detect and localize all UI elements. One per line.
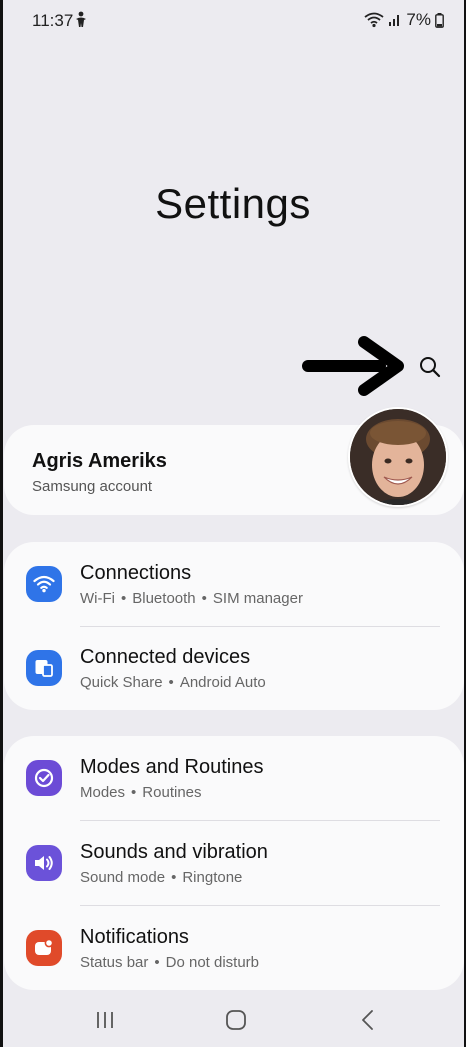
- setting-connections[interactable]: Connections Wi-Fi • Bluetooth • SIM manager: [4, 542, 464, 626]
- setting-subtitle: Status bar • Do not disturb: [80, 954, 260, 971]
- recents-icon: [97, 1012, 113, 1028]
- account-name: Agris Ameriks: [32, 450, 167, 472]
- setting-subtitle: Sound mode • Ringtone: [80, 869, 243, 886]
- page-title: Settings: [155, 180, 311, 227]
- status-time: 11:37: [32, 11, 74, 30]
- settings-group-connectivity: Connections Wi-Fi • Bluetooth • SIM manager …: [4, 542, 464, 710]
- speaker-icon: [26, 845, 62, 881]
- devices-icon: [26, 650, 62, 686]
- signal-icon: [388, 13, 402, 27]
- home-icon: [226, 1010, 246, 1030]
- back-icon: [362, 1010, 373, 1030]
- notification-icon: [26, 930, 62, 966]
- status-indicators: 7%: [364, 10, 444, 30]
- recents-button[interactable]: [85, 1005, 125, 1035]
- arrow-right-icon: [302, 334, 406, 398]
- search-button[interactable]: [412, 350, 448, 384]
- status-bar: 11:37 7%: [0, 0, 466, 40]
- avatar[interactable]: [348, 407, 448, 507]
- screen-edge-left: [0, 0, 3, 1047]
- setting-subtitle: Modes • Routines: [80, 784, 202, 801]
- setting-title: Notifications: [80, 926, 189, 948]
- setting-subtitle: Wi-Fi • Bluetooth • SIM manager: [80, 590, 303, 607]
- wifi-icon: [26, 566, 62, 602]
- setting-modes-and-routines[interactable]: Modes and Routines Modes • Routines: [4, 736, 464, 820]
- navigation-bar: [0, 995, 466, 1047]
- setting-title: Connections: [80, 562, 192, 584]
- search-icon: [420, 357, 441, 378]
- account-subtitle: Samsung account: [32, 478, 153, 495]
- setting-title: Sounds and vibration: [80, 841, 268, 863]
- wifi-icon: [364, 12, 384, 28]
- home-button[interactable]: [216, 1005, 256, 1035]
- check-circle-icon: [26, 760, 62, 796]
- setting-sounds-and-vibration[interactable]: Sounds and vibration Sound mode • Ringtone: [4, 821, 464, 905]
- battery-percent: 7%: [406, 10, 431, 29]
- setting-title: Connected devices: [80, 646, 251, 668]
- setting-notifications[interactable]: Notifications Status bar • Do not disturb: [4, 906, 464, 990]
- setting-title: Modes and Routines: [80, 756, 264, 778]
- accessibility-icon: [73, 11, 89, 29]
- back-button[interactable]: [348, 1005, 388, 1035]
- setting-subtitle: Quick Share • Android Auto: [80, 674, 266, 691]
- settings-group-general: Modes and Routines Modes • Routines Sounds…: [4, 736, 464, 990]
- setting-connected-devices[interactable]: Connected devices Quick Share • Android Au…: [4, 626, 464, 710]
- battery-icon: [435, 12, 444, 28]
